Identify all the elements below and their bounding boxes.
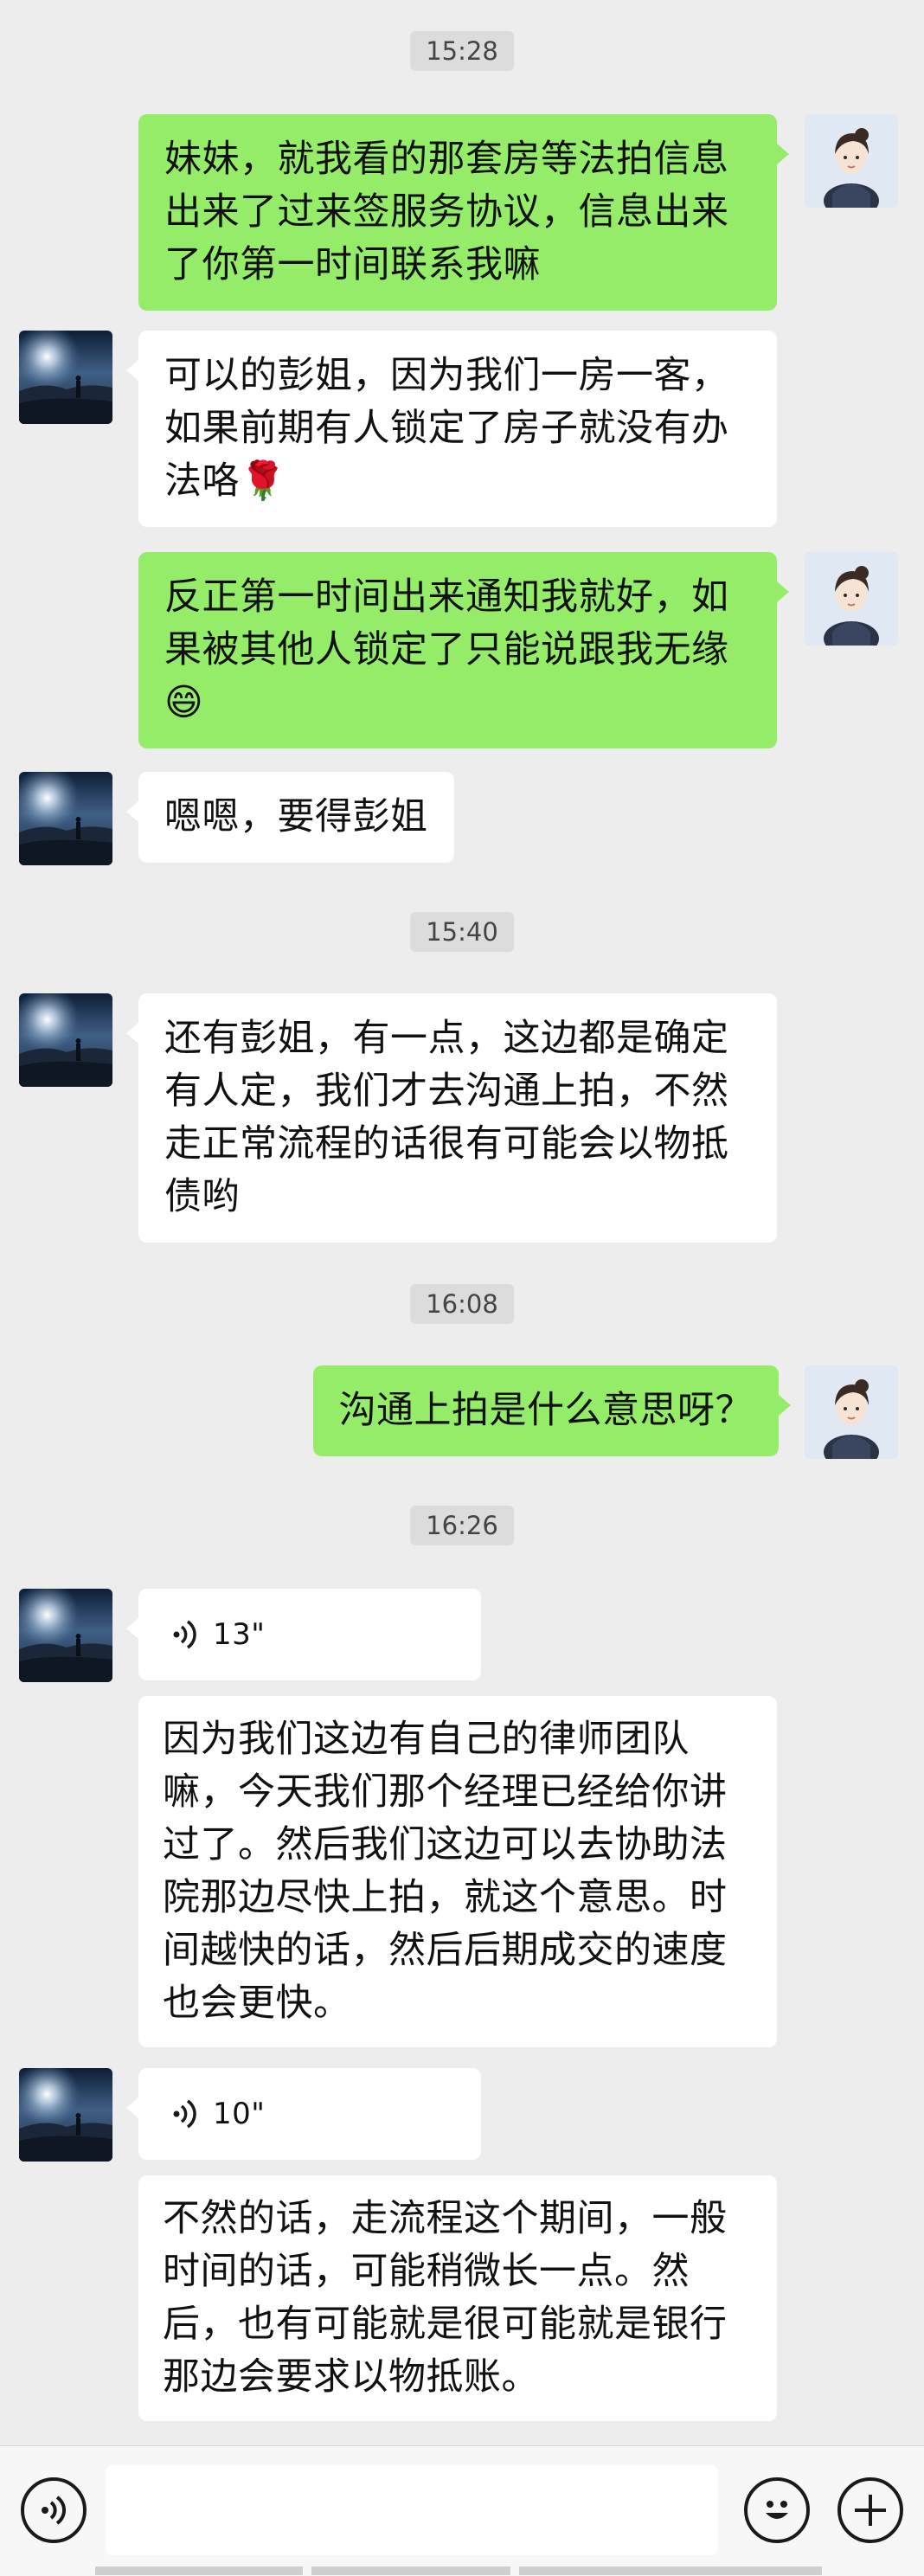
voice-transcript[interactable]: 因为我们这边有自己的律师团队嘛，今天我们那个经理已经给你讲过了。然后我们这边可以… — [138, 1696, 777, 2047]
home-indicator — [311, 2566, 510, 2575]
message-text: 可以的彭姐，因为我们一房一客，如果前期有人锁定了房子就没有办法咯🌹 — [164, 354, 729, 503]
night-landscape-avatar-icon — [19, 772, 112, 865]
voice-wave-icon — [173, 1620, 196, 1649]
timestamp: 16:08 — [410, 1284, 514, 1324]
my-avatar[interactable] — [805, 114, 898, 208]
outgoing-message[interactable]: 反正第一时间出来通知我就好，如果被其他人锁定了只能说跟我无缘😄 — [138, 552, 789, 748]
voice-transcript[interactable]: 不然的话，走流程这个期间，一般时间的话，可能稍微长一点。然后，也有可能就是很可能… — [138, 2175, 777, 2421]
emoji-button[interactable] — [744, 2477, 810, 2543]
transcript-text: 因为我们这边有自己的律师团队嘛，今天我们那个经理已经给你讲过了。然后我们这边可以… — [163, 1718, 728, 2025]
cartoon-girl-icon — [805, 552, 898, 646]
cartoon-girl-icon — [805, 114, 898, 208]
chat-input-bar — [0, 2445, 924, 2576]
night-landscape-avatar-icon — [19, 993, 112, 1087]
outgoing-message[interactable]: 妹妹，就我看的那套房等法拍信息出来了过来签服务协议，信息出来了你第一时间联系我嘛 — [138, 114, 789, 311]
voice-toggle-button[interactable] — [21, 2477, 87, 2543]
contact-avatar[interactable] — [19, 2068, 112, 2162]
night-landscape-avatar-icon — [19, 331, 112, 424]
timestamp: 15:40 — [410, 912, 514, 952]
contact-avatar[interactable] — [19, 331, 112, 424]
transcript-text: 不然的话，走流程这个期间，一般时间的话，可能稍微长一点。然后，也有可能就是很可能… — [163, 2197, 728, 2399]
timestamp: 16:26 — [410, 1506, 514, 1545]
incoming-message[interactable]: 还有彭姐，有一点，这边都是确定有人定，我们才去沟通上拍，不然走正常流程的话很有可… — [126, 993, 777, 1243]
message-input[interactable] — [106, 2465, 718, 2555]
message-text: 妹妹，就我看的那套房等法拍信息出来了过来签服务协议，信息出来了你第一时间联系我嘛 — [164, 138, 729, 286]
night-landscape-avatar-icon — [19, 1589, 112, 1682]
my-avatar[interactable] — [805, 552, 898, 646]
voice-message[interactable]: 10" — [126, 2068, 481, 2160]
voice-message[interactable]: 13" — [126, 1589, 481, 1680]
emoji-icon — [766, 2501, 788, 2519]
night-landscape-avatar-icon — [19, 2068, 112, 2162]
plus-icon — [855, 2495, 886, 2526]
voice-icon — [42, 2496, 66, 2525]
incoming-message[interactable]: 嗯嗯，要得彭姐 — [126, 772, 454, 863]
cartoon-girl-icon — [805, 1365, 898, 1459]
my-avatar[interactable] — [805, 1365, 898, 1459]
contact-avatar[interactable] — [19, 772, 112, 865]
home-indicator — [519, 2566, 822, 2575]
contact-avatar[interactable] — [19, 993, 112, 1087]
message-text: 反正第一时间出来通知我就好，如果被其他人锁定了只能说跟我无缘😄 — [164, 575, 729, 724]
voice-wave-icon — [173, 2099, 196, 2129]
voice-duration: 10" — [213, 2096, 266, 2131]
message-text: 沟通上拍是什么意思呀？ — [338, 1389, 753, 1432]
incoming-message[interactable]: 可以的彭姐，因为我们一房一客，如果前期有人锁定了房子就没有办法咯🌹 — [126, 331, 777, 527]
voice-duration: 13" — [213, 1616, 266, 1652]
home-indicator — [95, 2566, 303, 2575]
message-text: 嗯嗯，要得彭姐 — [164, 795, 428, 838]
timestamp: 15:28 — [410, 31, 514, 71]
outgoing-message[interactable]: 沟通上拍是什么意思呀？ — [312, 1365, 791, 1456]
contact-avatar[interactable] — [19, 1589, 112, 1682]
more-button[interactable] — [837, 2477, 903, 2543]
message-text: 还有彭姐，有一点，这边都是确定有人定，我们才去沟通上拍，不然走正常流程的话很有可… — [164, 1017, 729, 1218]
